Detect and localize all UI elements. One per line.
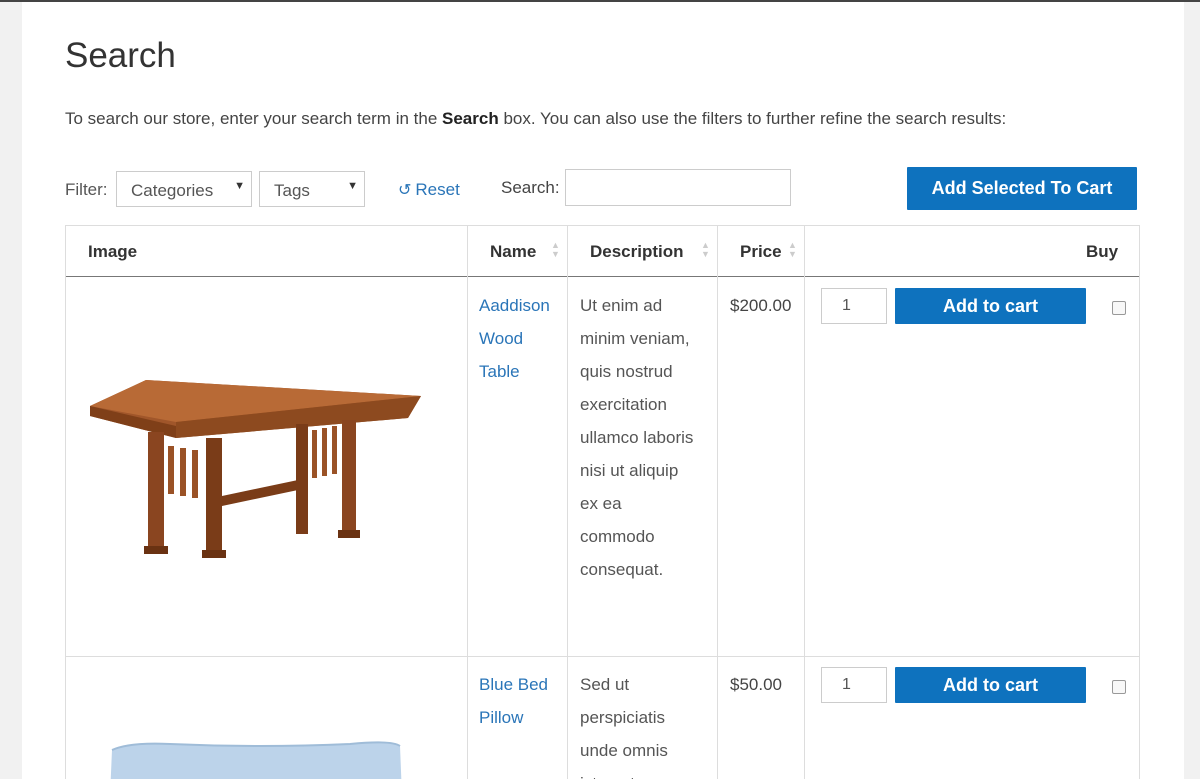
sort-icon[interactable]: ▲ ▼	[551, 241, 560, 259]
sort-icon[interactable]: ▲ ▼	[701, 241, 710, 259]
tags-select[interactable]: Tags ▼	[259, 171, 365, 207]
quantity-input[interactable]: 1	[821, 288, 887, 324]
product-name-line: Wood	[479, 329, 524, 348]
reset-label: Reset	[415, 180, 460, 199]
description-line: minim veniam,	[580, 329, 690, 348]
add-to-cart-button[interactable]: Add to cart	[895, 288, 1086, 324]
product-name-line: Pillow	[479, 708, 524, 727]
categories-select-value: Categories	[131, 181, 214, 200]
wood-table-image	[90, 380, 421, 558]
description-line: ullamco laboris	[580, 428, 694, 447]
description-line: consequat.	[580, 560, 664, 579]
product-price: $50.00	[730, 675, 782, 694]
description-line: Sed ut	[580, 675, 630, 694]
description-line: Ut enim ad	[580, 296, 663, 315]
product-name-line: Blue Bed	[479, 675, 548, 694]
page-title: Search	[65, 36, 176, 75]
filter-label: Filter:	[65, 180, 108, 199]
description-line: iste natus error	[580, 767, 693, 779]
intro-text-start: To search our store, enter your search t…	[65, 109, 443, 128]
sort-icon[interactable]: ▲ ▼	[788, 241, 797, 259]
quantity-input[interactable]: 1	[821, 667, 887, 703]
product-price: $200.00	[730, 296, 792, 315]
header-description[interactable]: Description	[590, 242, 684, 262]
description-line: perspiciatis	[580, 708, 666, 727]
description-line: nisi ut aliquip	[580, 461, 679, 480]
chevron-down-icon: ▼	[234, 180, 245, 192]
header-buy: Buy	[1086, 242, 1119, 261]
column-divider	[804, 226, 805, 779]
intro-text-end: box. You can also use the filters to fur…	[498, 109, 1007, 128]
tags-select-value: Tags	[274, 181, 310, 200]
buy-checkbox[interactable]	[1112, 301, 1126, 315]
product-name-line: Table	[479, 362, 520, 381]
product-name-link[interactable]: Blue Bed Pillow	[479, 668, 548, 734]
intro-text: To search our store, enter your search t…	[65, 109, 1006, 129]
add-to-cart-button[interactable]: Add to cart	[895, 667, 1086, 703]
row-divider	[66, 656, 1139, 657]
product-description: Ut enim ad minim veniam, quis nostrud ex…	[580, 289, 693, 586]
column-divider	[567, 226, 568, 779]
products-table: Image Name ▲ ▼ Description ▲ ▼ Price ▲ ▼ Bu…	[65, 225, 1140, 779]
add-selected-to-cart-button[interactable]: Add Selected To Cart	[907, 167, 1137, 210]
search-input[interactable]	[565, 169, 791, 206]
product-name-line: Aaddison	[479, 296, 550, 315]
header-image: Image	[88, 242, 138, 261]
product-name-link[interactable]: Aaddison Wood Table	[479, 289, 550, 388]
description-line: unde omnis	[580, 741, 668, 760]
header-name[interactable]: Name	[490, 242, 536, 262]
search-label: Search:	[501, 178, 560, 197]
chevron-down-icon: ▼	[347, 180, 358, 192]
header-price[interactable]: Price	[740, 242, 782, 262]
description-line: commodo	[580, 527, 655, 546]
description-line: exercitation	[580, 395, 667, 414]
buy-checkbox[interactable]	[1112, 680, 1126, 694]
column-divider	[717, 226, 718, 779]
description-line: ex ea	[580, 494, 622, 513]
page-content: Search To search our store, enter your s…	[22, 2, 1184, 779]
undo-icon: ↺	[398, 182, 412, 199]
intro-search-bold: Search	[442, 109, 499, 128]
categories-select[interactable]: Categories ▼	[116, 171, 252, 207]
column-divider	[467, 226, 468, 779]
blue-pillow-image	[110, 741, 402, 779]
table-header: Image Name ▲ ▼ Description ▲ ▼ Price ▲ ▼ Bu…	[66, 226, 1139, 277]
product-description: Sed ut perspiciatis unde omnis iste natu…	[580, 668, 693, 779]
description-line: quis nostrud	[580, 362, 673, 381]
reset-link[interactable]: ↺ Reset	[398, 180, 460, 200]
